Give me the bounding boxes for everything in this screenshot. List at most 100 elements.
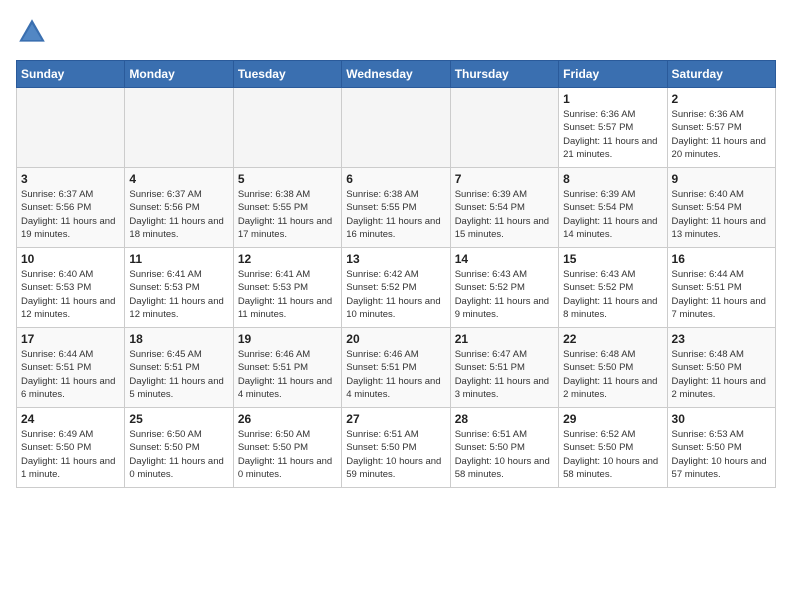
day-info: Sunrise: 6:41 AM Sunset: 5:53 PM Dayligh… — [238, 268, 337, 321]
day-number: 1 — [563, 92, 662, 106]
calendar-cell: 19 Sunrise: 6:46 AM Sunset: 5:51 PM Dayli… — [233, 328, 341, 408]
calendar-cell — [17, 88, 125, 168]
calendar-cell — [342, 88, 450, 168]
day-number: 11 — [129, 252, 228, 266]
page-header — [16, 16, 776, 48]
day-info: Sunrise: 6:39 AM Sunset: 5:54 PM Dayligh… — [563, 188, 662, 241]
day-number: 13 — [346, 252, 445, 266]
calendar-cell: 28Sunrise: 6:51 AM Sunset: 5:50 PM Dayli… — [450, 408, 558, 488]
day-number: 22 — [563, 332, 662, 346]
calendar-cell: 26 Sunrise: 6:50 AM Sunset: 5:50 PM Dayli… — [233, 408, 341, 488]
calendar-cell: 27 Sunrise: 6:51 AM Sunset: 5:50 PM Dayli… — [342, 408, 450, 488]
day-info: Sunrise: 6:50 AM Sunset: 5:50 PM Dayligh… — [238, 428, 337, 481]
calendar-cell: 12 Sunrise: 6:41 AM Sunset: 5:53 PM Dayli… — [233, 248, 341, 328]
day-info: Sunrise: 6:43 AM Sunset: 5:52 PM Dayligh… — [563, 268, 662, 321]
calendar-header-tuesday: Tuesday — [233, 61, 341, 88]
day-info: Sunrise: 6:50 AM Sunset: 5:50 PM Dayligh… — [129, 428, 228, 481]
day-number: 28 — [455, 412, 554, 426]
calendar-cell: 29 Sunrise: 6:52 AM Sunset: 5:50 PM Dayli… — [559, 408, 667, 488]
day-number: 14 — [455, 252, 554, 266]
calendar-cell: 23 Sunrise: 6:48 AM Sunset: 5:50 PM Dayli… — [667, 328, 775, 408]
calendar-cell: 10 Sunrise: 6:40 AM Sunset: 5:53 PM Dayli… — [17, 248, 125, 328]
day-info: Sunrise: 6:45 AM Sunset: 5:51 PM Dayligh… — [129, 348, 228, 401]
calendar-cell: 24 Sunrise: 6:49 AM Sunset: 5:50 PM Dayli… — [17, 408, 125, 488]
day-number: 8 — [563, 172, 662, 186]
calendar-header-row: SundayMondayTuesdayWednesdayThursdayFrid… — [17, 61, 776, 88]
calendar-cell: 5 Sunrise: 6:38 AM Sunset: 5:55 PM Daylig… — [233, 168, 341, 248]
calendar-week-row: 17Sunrise: 6:44 AM Sunset: 5:51 PM Dayli… — [17, 328, 776, 408]
day-info: Sunrise: 6:46 AM Sunset: 5:51 PM Dayligh… — [238, 348, 337, 401]
day-info: Sunrise: 6:52 AM Sunset: 5:50 PM Dayligh… — [563, 428, 662, 481]
calendar-cell: 14 Sunrise: 6:43 AM Sunset: 5:52 PM Dayli… — [450, 248, 558, 328]
calendar-cell: 1 Sunrise: 6:36 AM Sunset: 5:57 PM Daylig… — [559, 88, 667, 168]
calendar-cell: 4 Sunrise: 6:37 AM Sunset: 5:56 PM Daylig… — [125, 168, 233, 248]
day-info: Sunrise: 6:49 AM Sunset: 5:50 PM Dayligh… — [21, 428, 120, 481]
calendar-week-row: 10 Sunrise: 6:40 AM Sunset: 5:53 PM Dayli… — [17, 248, 776, 328]
day-info: Sunrise: 6:46 AM Sunset: 5:51 PM Dayligh… — [346, 348, 445, 401]
day-number: 30 — [672, 412, 771, 426]
day-info: Sunrise: 6:44 AM Sunset: 5:51 PM Dayligh… — [21, 348, 120, 401]
calendar-header-thursday: Thursday — [450, 61, 558, 88]
day-number: 16 — [672, 252, 771, 266]
day-number: 4 — [129, 172, 228, 186]
calendar-cell: 18 Sunrise: 6:45 AM Sunset: 5:51 PM Dayli… — [125, 328, 233, 408]
calendar-header-monday: Monday — [125, 61, 233, 88]
day-number: 15 — [563, 252, 662, 266]
day-number: 2 — [672, 92, 771, 106]
day-number: 27 — [346, 412, 445, 426]
day-number: 3 — [21, 172, 120, 186]
day-info: Sunrise: 6:37 AM Sunset: 5:56 PM Dayligh… — [129, 188, 228, 241]
calendar-cell: 13 Sunrise: 6:42 AM Sunset: 5:52 PM Dayli… — [342, 248, 450, 328]
day-info: Sunrise: 6:53 AM Sunset: 5:50 PM Dayligh… — [672, 428, 771, 481]
day-number: 10 — [21, 252, 120, 266]
day-info: Sunrise: 6:41 AM Sunset: 5:53 PM Dayligh… — [129, 268, 228, 321]
day-number: 24 — [21, 412, 120, 426]
day-number: 19 — [238, 332, 337, 346]
day-info: Sunrise: 6:47 AM Sunset: 5:51 PM Dayligh… — [455, 348, 554, 401]
day-info: Sunrise: 6:42 AM Sunset: 5:52 PM Dayligh… — [346, 268, 445, 321]
day-number: 29 — [563, 412, 662, 426]
day-info: Sunrise: 6:36 AM Sunset: 5:57 PM Dayligh… — [563, 108, 662, 161]
calendar-cell: 15 Sunrise: 6:43 AM Sunset: 5:52 PM Dayli… — [559, 248, 667, 328]
calendar-week-row: 3 Sunrise: 6:37 AM Sunset: 5:56 PM Daylig… — [17, 168, 776, 248]
logo-icon — [16, 16, 48, 48]
day-number: 18 — [129, 332, 228, 346]
day-number: 26 — [238, 412, 337, 426]
day-number: 12 — [238, 252, 337, 266]
calendar-cell: 30 Sunrise: 6:53 AM Sunset: 5:50 PM Dayli… — [667, 408, 775, 488]
calendar-header-wednesday: Wednesday — [342, 61, 450, 88]
calendar-cell: 2 Sunrise: 6:36 AM Sunset: 5:57 PM Daylig… — [667, 88, 775, 168]
calendar-cell — [233, 88, 341, 168]
day-info: Sunrise: 6:40 AM Sunset: 5:54 PM Dayligh… — [672, 188, 771, 241]
day-info: Sunrise: 6:40 AM Sunset: 5:53 PM Dayligh… — [21, 268, 120, 321]
calendar-cell: 20 Sunrise: 6:46 AM Sunset: 5:51 PM Dayli… — [342, 328, 450, 408]
day-number: 5 — [238, 172, 337, 186]
day-number: 21 — [455, 332, 554, 346]
day-number: 23 — [672, 332, 771, 346]
day-number: 25 — [129, 412, 228, 426]
day-info: Sunrise: 6:38 AM Sunset: 5:55 PM Dayligh… — [346, 188, 445, 241]
day-info: Sunrise: 6:38 AM Sunset: 5:55 PM Dayligh… — [238, 188, 337, 241]
logo — [16, 16, 52, 48]
calendar-week-row: 24 Sunrise: 6:49 AM Sunset: 5:50 PM Dayli… — [17, 408, 776, 488]
day-number: 20 — [346, 332, 445, 346]
calendar-cell: 3 Sunrise: 6:37 AM Sunset: 5:56 PM Daylig… — [17, 168, 125, 248]
day-number: 7 — [455, 172, 554, 186]
calendar-cell: 8 Sunrise: 6:39 AM Sunset: 5:54 PM Daylig… — [559, 168, 667, 248]
day-number: 6 — [346, 172, 445, 186]
calendar-cell: 9 Sunrise: 6:40 AM Sunset: 5:54 PM Daylig… — [667, 168, 775, 248]
calendar-cell — [450, 88, 558, 168]
calendar-cell — [125, 88, 233, 168]
day-info: Sunrise: 6:37 AM Sunset: 5:56 PM Dayligh… — [21, 188, 120, 241]
calendar-cell: 6 Sunrise: 6:38 AM Sunset: 5:55 PM Daylig… — [342, 168, 450, 248]
calendar-cell: 22 Sunrise: 6:48 AM Sunset: 5:50 PM Dayli… — [559, 328, 667, 408]
day-info: Sunrise: 6:48 AM Sunset: 5:50 PM Dayligh… — [563, 348, 662, 401]
day-info: Sunrise: 6:43 AM Sunset: 5:52 PM Dayligh… — [455, 268, 554, 321]
day-info: Sunrise: 6:36 AM Sunset: 5:57 PM Dayligh… — [672, 108, 771, 161]
day-number: 9 — [672, 172, 771, 186]
calendar-cell: 16Sunrise: 6:44 AM Sunset: 5:51 PM Dayli… — [667, 248, 775, 328]
day-info: Sunrise: 6:51 AM Sunset: 5:50 PM Dayligh… — [346, 428, 445, 481]
day-info: Sunrise: 6:48 AM Sunset: 5:50 PM Dayligh… — [672, 348, 771, 401]
calendar-cell: 7 Sunrise: 6:39 AM Sunset: 5:54 PM Daylig… — [450, 168, 558, 248]
day-info: Sunrise: 6:39 AM Sunset: 5:54 PM Dayligh… — [455, 188, 554, 241]
